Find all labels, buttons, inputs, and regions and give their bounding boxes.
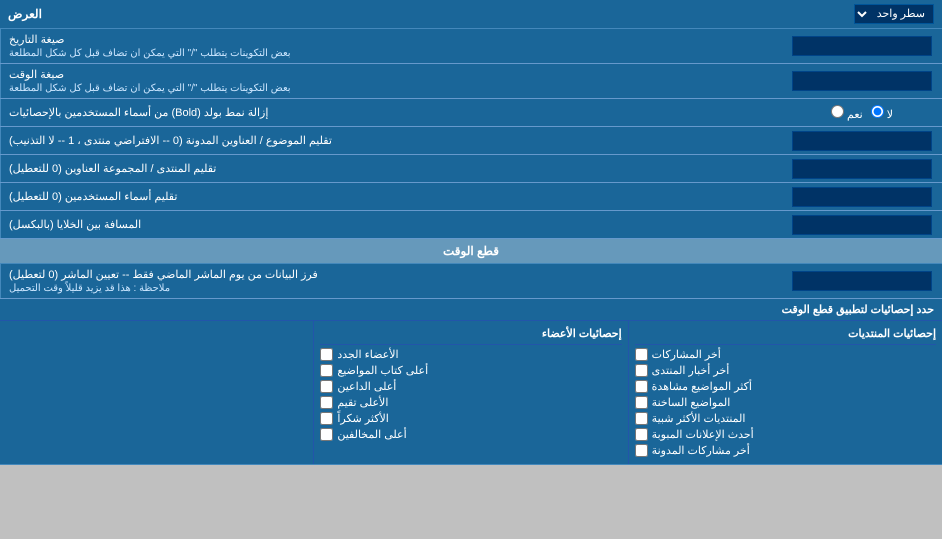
date-format-input[interactable]: d-m: [792, 36, 932, 56]
checkbox-top-inviters-chk[interactable]: [320, 380, 333, 393]
checkbox-hot-topics[interactable]: [635, 396, 648, 409]
checkbox-item-7: أخر مشاركات المدونة: [635, 444, 936, 457]
bold-stats-radio-cell: لا نعم: [782, 99, 942, 126]
dropdown-area: سطر واحد سطرين ثلاثة أسطر: [854, 4, 934, 24]
cutoff-row: 0 فرز البيانات من يوم الماشر الماضي فقط …: [0, 264, 942, 299]
forum-limit-input-cell: 33: [782, 155, 942, 182]
checkbox-classified-ads[interactable]: [635, 428, 648, 441]
subject-limit-input-cell: 33: [782, 127, 942, 154]
checkbox-item-2: أخر أخبار المنتدى: [635, 364, 936, 377]
radio-no[interactable]: [871, 105, 884, 118]
checkbox-top-rated: الأعلى تقيم: [320, 396, 621, 409]
checkbox-last-posts[interactable]: [635, 348, 648, 361]
date-format-input-cell: d-m: [782, 29, 942, 63]
checkbox-top-violators: أعلى المخالفين: [320, 428, 621, 441]
checkbox-top-writers: أعلى كتاب المواضيع: [320, 364, 621, 377]
subject-limit-label: تقليم الموضوع / العناوين المدونة (0 -- ا…: [0, 127, 782, 154]
display-mode-select[interactable]: سطر واحد سطرين ثلاثة أسطر: [854, 4, 934, 24]
forum-stats-header: إحصائيات المنتديات: [635, 325, 936, 345]
checkbox-last-news[interactable]: [635, 364, 648, 377]
checkbox-item-3: أكثر المواضيع مشاهدة: [635, 380, 936, 393]
user-limit-input-cell: 0: [782, 183, 942, 210]
user-limit-label: تقليم أسماء المستخدمين (0 للتعطيل): [0, 183, 782, 210]
subject-limit-row: 33 تقليم الموضوع / العناوين المدونة (0 -…: [0, 127, 942, 155]
header-row: سطر واحد سطرين ثلاثة أسطر العرض: [0, 0, 942, 29]
time-format-input-cell: H:i: [782, 64, 942, 98]
forum-limit-label: تقليم المنتدى / المجموعة العناوين (0 للت…: [0, 155, 782, 182]
time-format-input[interactable]: H:i: [792, 71, 932, 91]
cutoff-input[interactable]: 0: [792, 271, 932, 291]
checkbox-most-thanked: الأكثر شكراً: [320, 412, 621, 425]
main-container: سطر واحد سطرين ثلاثة أسطر العرض d-m صيغة…: [0, 0, 942, 465]
checkbox-new-members: الأعضاء الجدد: [320, 348, 621, 361]
member-stats-header: إحصائيات الأعضاء: [320, 325, 621, 345]
checkbox-blog-posts[interactable]: [635, 444, 648, 457]
checkboxes-grid: إحصائيات المنتديات أخر المشاركات أخر أخب…: [0, 321, 942, 464]
forum-stats-col: إحصائيات المنتديات أخر المشاركات أخر أخب…: [628, 321, 942, 464]
checkbox-item-6: أحدث الإعلانات المبوبة: [635, 428, 936, 441]
checkbox-new-members-chk[interactable]: [320, 348, 333, 361]
date-format-label: صيغة التاريخ بعض التكوينات يتطلب "/" الت…: [0, 29, 782, 63]
header-title: العرض: [8, 7, 42, 21]
checkbox-most-similar[interactable]: [635, 412, 648, 425]
cutoff-label: فرز البيانات من يوم الماشر الماضي فقط --…: [0, 264, 782, 298]
checkbox-most-viewed[interactable]: [635, 380, 648, 393]
cutoff-section-header: قطع الوقت: [0, 239, 942, 264]
cell-spacing-row: 2 المسافة بين الخلايا (بالبكسل): [0, 211, 942, 239]
checkboxes-section: حدد إحصائيات لتطبيق قطع الوقت إحصائيات ا…: [0, 299, 942, 465]
user-limit-row: 0 تقليم أسماء المستخدمين (0 للتعطيل): [0, 183, 942, 211]
member-stats-col: إحصائيات الأعضاء الأعضاء الجدد أعلى كتاب…: [313, 321, 627, 464]
empty-col: [0, 321, 313, 464]
checkboxes-section-header: حدد إحصائيات لتطبيق قطع الوقت: [0, 299, 942, 321]
forum-limit-row: 33 تقليم المنتدى / المجموعة العناوين (0 …: [0, 155, 942, 183]
checkbox-item-1: أخر المشاركات: [635, 348, 936, 361]
time-format-row: H:i صيغة الوقت بعض التكوينات يتطلب "/" ا…: [0, 64, 942, 99]
cell-spacing-input[interactable]: 2: [792, 215, 932, 235]
bold-stats-row: لا نعم إزالة نمط بولد (Bold) من أسماء ال…: [0, 99, 942, 127]
cell-spacing-label: المسافة بين الخلايا (بالبكسل): [0, 211, 782, 238]
radio-yes-label: نعم: [831, 105, 863, 121]
forum-limit-input[interactable]: 33: [792, 159, 932, 179]
subject-limit-input[interactable]: 33: [792, 131, 932, 151]
checkbox-top-writers-chk[interactable]: [320, 364, 333, 377]
radio-yes[interactable]: [831, 105, 844, 118]
user-limit-input[interactable]: 0: [792, 187, 932, 207]
cutoff-input-cell: 0: [782, 264, 942, 298]
checkbox-top-rated-chk[interactable]: [320, 396, 333, 409]
date-format-row: d-m صيغة التاريخ بعض التكوينات يتطلب "/"…: [0, 29, 942, 64]
checkbox-most-thanked-chk[interactable]: [320, 412, 333, 425]
checkbox-top-violators-chk[interactable]: [320, 428, 333, 441]
checkbox-item-5: المنتديات الأكثر شبية: [635, 412, 936, 425]
bold-stats-label: إزالة نمط بولد (Bold) من أسماء المستخدمي…: [0, 99, 782, 126]
checkbox-top-inviters: أعلى الداعين: [320, 380, 621, 393]
time-format-label: صيغة الوقت بعض التكوينات يتطلب "/" التي …: [0, 64, 782, 98]
cell-spacing-input-cell: 2: [782, 211, 942, 238]
checkbox-item-4: المواضيع الساخنة: [635, 396, 936, 409]
radio-no-label: لا: [871, 105, 893, 121]
